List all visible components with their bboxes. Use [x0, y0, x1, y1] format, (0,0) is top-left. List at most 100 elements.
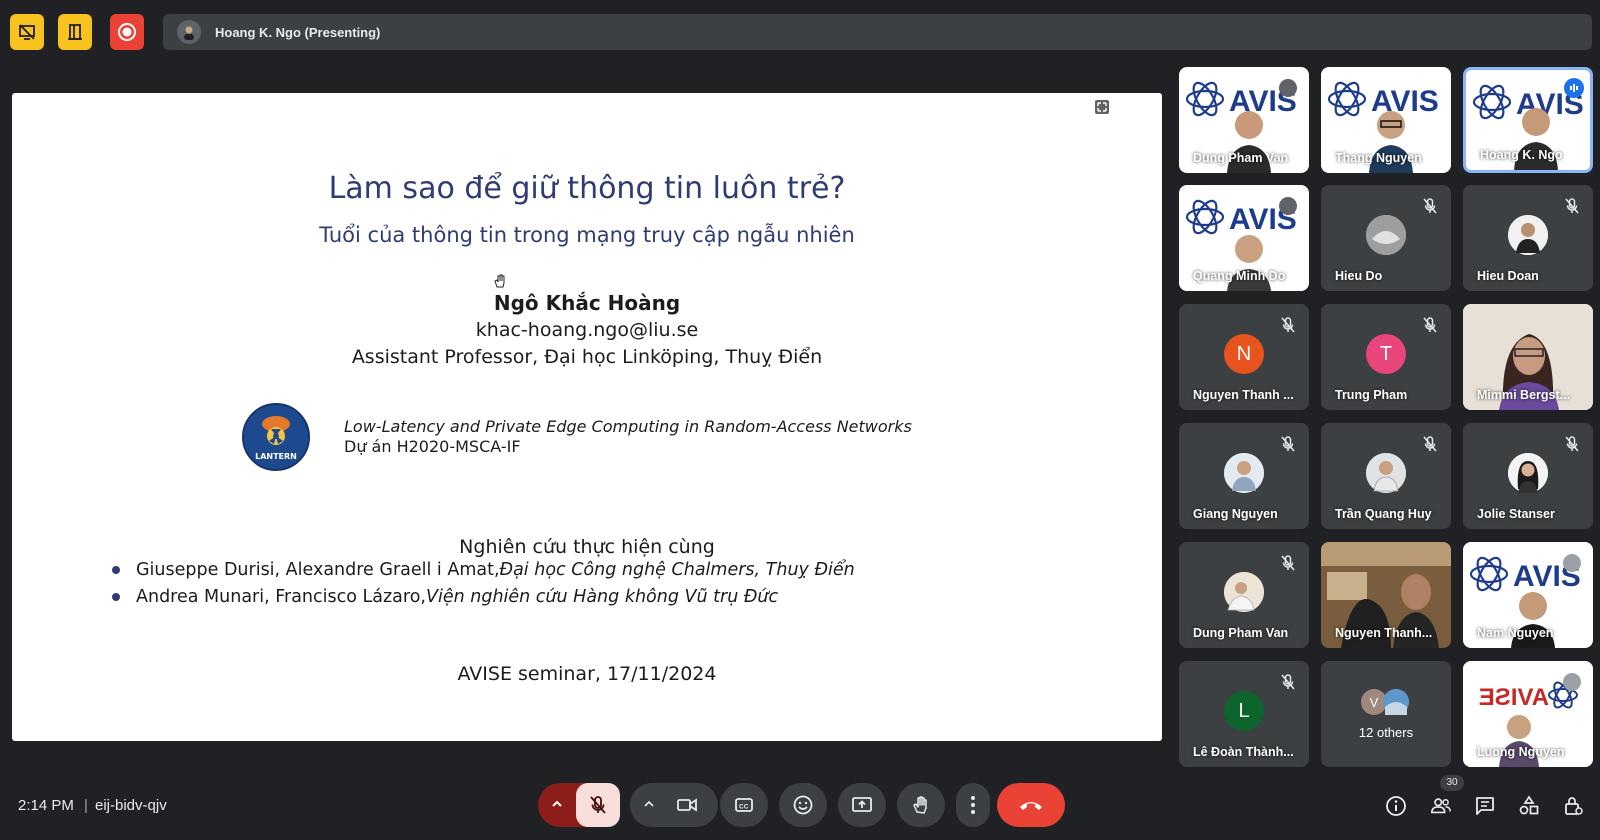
- project-id: Dự án H2020-MSCA-IF: [344, 437, 521, 456]
- project-title: Low-Latency and Private Edge Computing i…: [344, 417, 912, 436]
- others-tile[interactable]: V 12 others: [1321, 661, 1451, 767]
- participant-name: Trần Quang Huy: [1335, 507, 1432, 521]
- end-call-icon: [1018, 798, 1044, 812]
- participant-name: Hieu Doan: [1477, 269, 1539, 283]
- avatar: [1366, 215, 1406, 255]
- collab-heading: Nghiên cứu thực hiện cùng: [459, 536, 715, 558]
- captions-button[interactable]: CC: [720, 783, 768, 827]
- mic-off-icon: [1281, 674, 1295, 690]
- participant-tile[interactable]: Dung Pham Van: [1179, 542, 1309, 648]
- participant-tile[interactable]: Hieu Do: [1321, 185, 1451, 291]
- leave-call-button[interactable]: [997, 783, 1065, 827]
- slide-email: khac-hoang.ngo@liu.se: [475, 319, 699, 341]
- present-icon: [851, 794, 873, 816]
- people-count-badge: 30: [1440, 775, 1464, 791]
- mic-off-icon: [1279, 197, 1297, 215]
- participant-tile[interactable]: T Trung Pham: [1321, 304, 1451, 410]
- stop-presenting-button[interactable]: [10, 14, 44, 50]
- mic-off-icon: [1423, 317, 1437, 333]
- participant-name: Dung Pham Van: [1193, 151, 1289, 165]
- participant-tile[interactable]: AVIS Thang Nguyen: [1321, 67, 1451, 173]
- collaborator-item: Giuseppe Durisi, Alexandre Graell i Amat…: [112, 560, 855, 580]
- participant-tile[interactable]: L Lê Đoàn Thành...: [1179, 661, 1309, 767]
- mic-off-icon: [1565, 436, 1579, 452]
- participant-name: Nguyen Thanh...: [1335, 626, 1433, 640]
- participant-name: Trung Pham: [1335, 388, 1408, 402]
- others-count: 12 others: [1358, 725, 1414, 740]
- collaborator-affiliation: Đại học Công nghệ Chalmers, Thuỵ Điển: [499, 560, 855, 580]
- mic-off-icon: [1279, 79, 1297, 97]
- door-icon: [66, 23, 84, 41]
- breakout-button[interactable]: [58, 14, 92, 50]
- participant-name: Hoang K. Ngo: [1480, 148, 1563, 162]
- mic-off-icon: [1565, 198, 1579, 214]
- slide-title: Làm sao để giữ thông tin luôn trẻ?: [328, 171, 846, 206]
- participant-tile[interactable]: AVIS Quang Minh Do: [1179, 185, 1309, 291]
- participant-name: Thang Nguyen: [1335, 151, 1422, 165]
- people-icon[interactable]: [1430, 795, 1452, 817]
- recording-button[interactable]: [110, 14, 144, 50]
- mic-off-icon: [587, 794, 609, 816]
- avatar: L: [1224, 691, 1264, 731]
- participant-tile[interactable]: AVIS Nam Nguyen: [1463, 542, 1593, 648]
- mic-off-icon: [1281, 317, 1295, 333]
- mic-off-icon: [1563, 673, 1581, 691]
- participant-name: Dung Pham Van: [1193, 626, 1289, 640]
- collaborator-names: Giuseppe Durisi, Alexandre Graell i Amat…: [136, 560, 500, 580]
- reactions-button[interactable]: [779, 783, 827, 827]
- present-button[interactable]: [838, 783, 886, 827]
- presenter-bar: Hoang K. Ngo (Presenting): [163, 14, 1592, 50]
- avatar: [1508, 215, 1548, 255]
- more-options-button[interactable]: [956, 783, 990, 827]
- participant-tile[interactable]: Mimmi Bergst...: [1463, 304, 1593, 410]
- participant-tile[interactable]: Giang Nguyen: [1179, 423, 1309, 529]
- participant-name: Mimmi Bergst...: [1477, 388, 1571, 402]
- mic-off-icon: [1281, 555, 1295, 571]
- participant-tile[interactable]: Trần Quang Huy: [1321, 423, 1451, 529]
- presenter-name: Hoang K. Ngo (Presenting): [215, 24, 381, 40]
- raise-hand-button[interactable]: [897, 783, 945, 827]
- mic-off-icon: [1281, 436, 1295, 452]
- participant-tile[interactable]: AVIS Dung Pham Van: [1179, 67, 1309, 173]
- captions-icon: CC: [733, 794, 755, 816]
- avise-mirrored-text: AVISE: [1479, 684, 1549, 711]
- present-off-icon: [18, 23, 36, 41]
- expand-icon[interactable]: [1094, 99, 1110, 115]
- participant-name: Nguyen Thanh ...: [1193, 388, 1294, 402]
- speaking-icon: [1564, 78, 1584, 98]
- bullet-icon: [112, 566, 120, 574]
- participant-tile[interactable]: N Nguyen Thanh ...: [1179, 304, 1309, 410]
- camera-icon[interactable]: [676, 794, 698, 816]
- collaborator-affiliation: Viện nghiên cứu Hàng không Vũ trụ Đức: [425, 587, 779, 607]
- chevron-up-icon[interactable]: [642, 797, 656, 811]
- lock-icon[interactable]: [1562, 795, 1584, 817]
- participant-tile[interactable]: Nguyen Thanh...: [1321, 542, 1451, 648]
- avatar: [1366, 453, 1406, 493]
- participant-name: Nam Nguyen: [1477, 626, 1554, 640]
- chevron-up-icon[interactable]: [550, 797, 564, 811]
- info-icon[interactable]: [1385, 795, 1407, 817]
- chat-icon[interactable]: [1474, 795, 1496, 817]
- camera-control-group: [630, 783, 718, 827]
- clock: 2:14 PM: [18, 797, 74, 814]
- activities-icon[interactable]: [1518, 795, 1540, 817]
- meet-window: Hoang K. Ngo (Presenting) Làm sao để giữ…: [0, 0, 1600, 840]
- logo-text: LANTERN: [255, 451, 297, 461]
- participant-tile[interactable]: Hieu Doan: [1463, 185, 1593, 291]
- participant-tile[interactable]: Jolie Stanser: [1463, 423, 1593, 529]
- hand-cursor-icon: [492, 273, 508, 289]
- participant-name: Hieu Do: [1335, 269, 1383, 283]
- hand-icon: [910, 794, 932, 816]
- collaborator-item: Andrea Munari, Francisco Lázaro, Viện ng…: [112, 587, 778, 607]
- slide-subtitle: Tuổi của thông tin trong mạng truy cập n…: [319, 223, 855, 247]
- participant-tile-active-speaker[interactable]: AVIS Hoang K. Ngo: [1463, 67, 1593, 173]
- mic-toggle-button[interactable]: [576, 783, 620, 827]
- lantern-logo: LANTERN: [242, 403, 310, 471]
- avatar: [1508, 453, 1548, 493]
- mic-off-icon: [1423, 198, 1437, 214]
- participant-tile[interactable]: AVISE Luong Nguyen: [1463, 661, 1593, 767]
- slide-footer: AVISE seminar, 17/11/2024: [457, 663, 717, 685]
- slide-author: Ngô Khắc Hoàng: [493, 291, 681, 315]
- meeting-code[interactable]: eij-bidv-qjv: [95, 797, 167, 814]
- participant-name: Lê Đoàn Thành...: [1193, 745, 1294, 759]
